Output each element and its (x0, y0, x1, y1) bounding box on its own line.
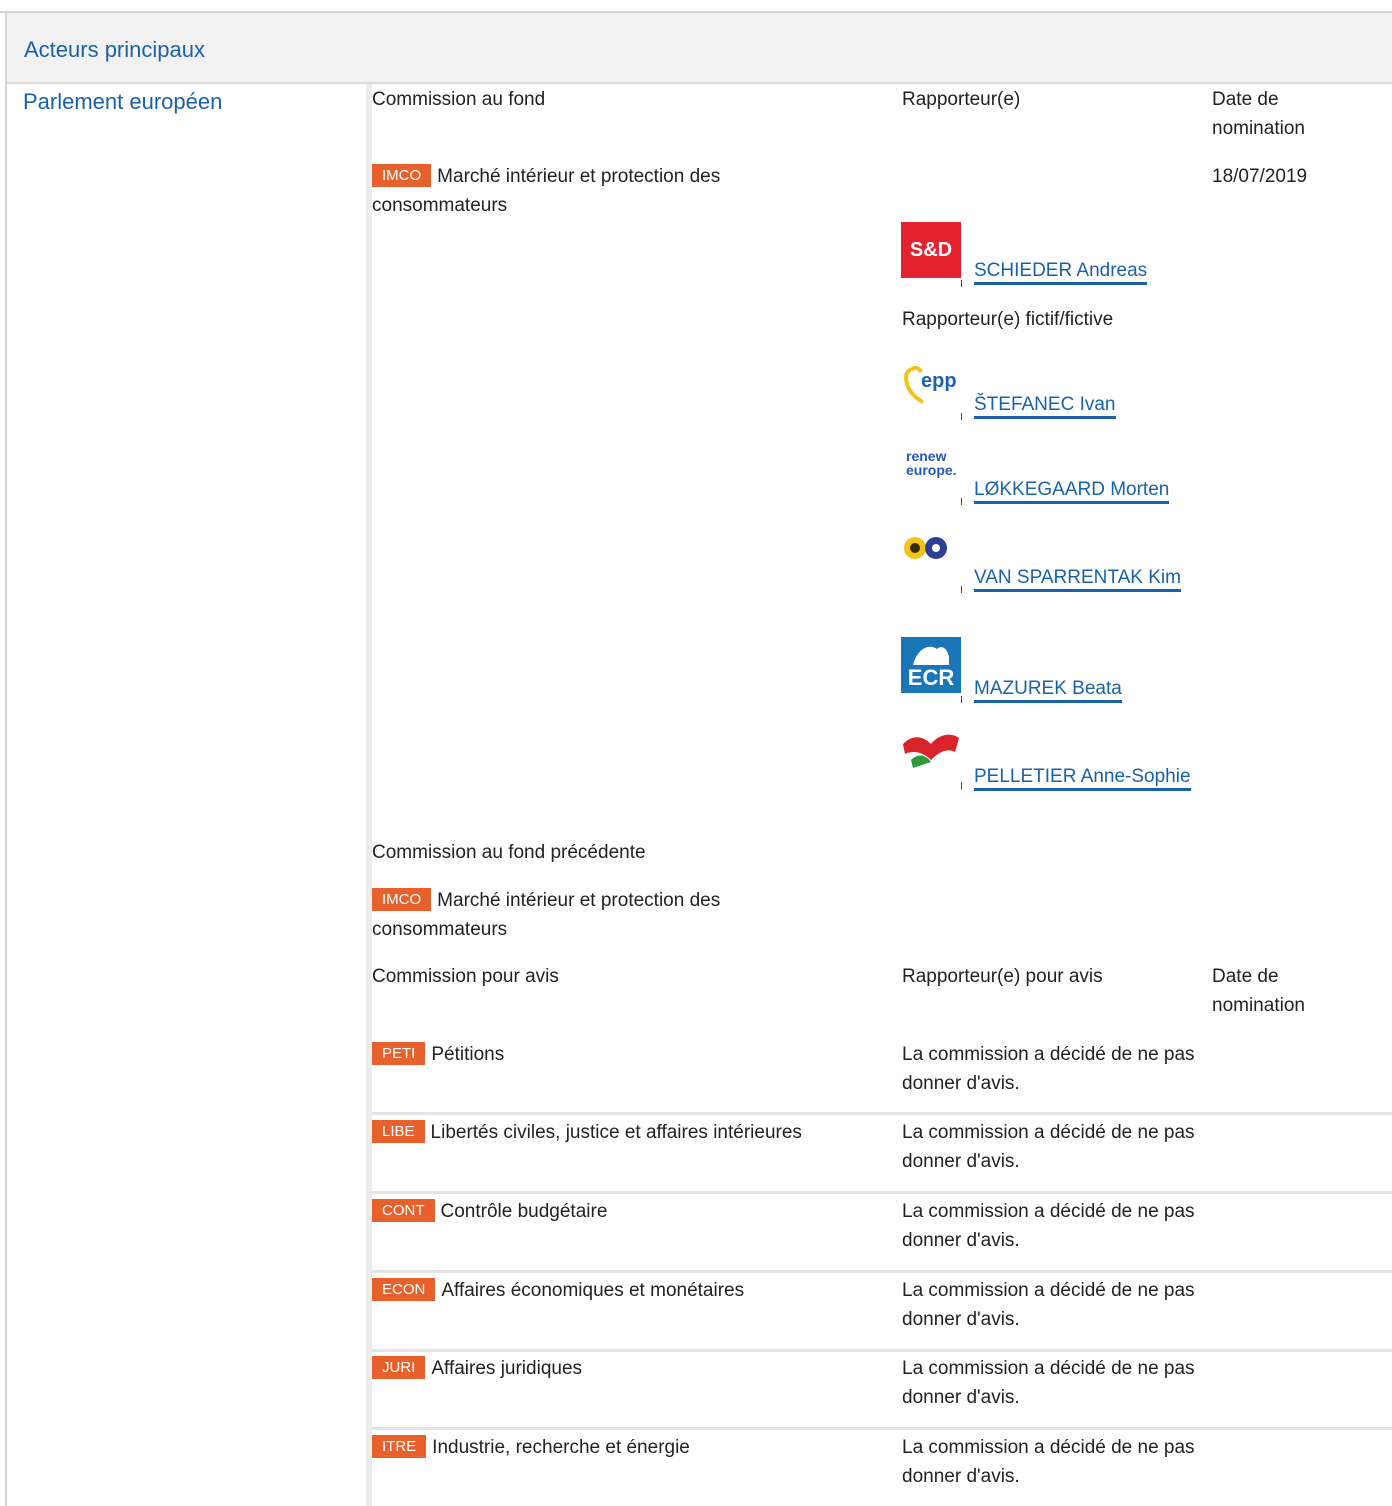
shadow-rapporteur-link[interactable]: MAZUREK Beata (974, 678, 1122, 703)
shadow-rapporteur-link[interactable]: VAN SPARRENTAK Kim (974, 567, 1181, 592)
row-divider (372, 1349, 1392, 1352)
shadow-entry: MAZUREK Beata (974, 678, 1122, 703)
committee-name: Affaires économiques et monétaires (441, 1280, 745, 1301)
previous-committee-label: Commission au fond précédente (372, 842, 646, 863)
lead-committee-header: Commission au fond (372, 89, 546, 110)
shadow-entry: ŠTEFANEC Ivan (974, 394, 1116, 419)
row-divider (372, 1112, 1392, 1115)
section-title: Acteurs principaux (24, 37, 205, 62)
committee-badge[interactable]: JURI (372, 1356, 426, 1379)
opinion-status: La commission a décidé de ne pas donner … (902, 1044, 1195, 1094)
shadow-rapporteur-link[interactable]: LØKKEGAARD Morten (974, 479, 1170, 504)
committee-badge[interactable]: CONT (372, 1199, 435, 1222)
shadow-rapporteur-link[interactable]: PELLETIER Anne-Sophie (974, 766, 1191, 791)
frame-left-border (5, 11, 7, 1506)
opinion-committee: ECON Affaires économiques et monétaires (372, 1276, 744, 1305)
committee-name: Industrie, recherche et énergie (432, 1437, 690, 1458)
committee-name: Affaires juridiques (431, 1358, 583, 1379)
row-divider (372, 1427, 1392, 1430)
opinion-status: La commission a décidé de ne pas donner … (902, 1437, 1195, 1487)
opinion-status: La commission a décidé de ne pas donner … (902, 1358, 1195, 1408)
ecr-lion-icon (913, 646, 949, 665)
opinion-status: La commission a décidé de ne pas donner … (902, 1280, 1195, 1330)
opinion-committee: LIBE Libertés civiles, justice et affaire… (372, 1118, 802, 1147)
committee-badge[interactable]: PETI (372, 1042, 426, 1065)
opinion-committee: CONT Contrôle budgétaire (372, 1197, 607, 1226)
renew-group-logo: renew europe. (906, 448, 957, 478)
shadow-rapporteur-link[interactable]: ŠTEFANEC Ivan (974, 394, 1116, 419)
separator-tick (961, 413, 962, 420)
shadow-entry: VAN SPARRENTAK Kim (902, 563, 1202, 593)
separator-tick (961, 498, 962, 505)
opinion-committee: PETI Pétitions (372, 1040, 504, 1069)
date-header: Date de nomination (1212, 89, 1305, 139)
opinion-date-header: Date de nomination (1212, 966, 1305, 1016)
rapporteur-header: Rapporteur(e) (902, 89, 1021, 110)
separator-tick (961, 280, 962, 287)
rapporteur-link[interactable]: SCHIEDER Andreas (974, 260, 1148, 285)
ecr-group-logo: ECR (901, 637, 961, 693)
shadow-rapporteur-label: Rapporteur(e) fictif/fictive (902, 309, 1114, 330)
committee-name: Contrôle budgétaire (440, 1201, 608, 1222)
committee-name: Libertés civiles, justice et affaires in… (430, 1122, 802, 1143)
opinion-committee: ITRE Industrie, recherche et énergie (372, 1433, 690, 1462)
shadow-entry: PELLETIER Anne-Sophie (902, 760, 1202, 794)
shadow-entry: LØKKEGAARD Morten (974, 479, 1170, 504)
committee-badge[interactable]: LIBE (372, 1120, 425, 1143)
separator-tick (961, 696, 962, 703)
opinion-committee: JURI Affaires juridiques (372, 1354, 582, 1383)
institution-label: Parlement européen (23, 89, 223, 114)
lead-committee: IMCO Marché intérieur et protection des c… (372, 162, 842, 220)
opinion-committee-header: Commission pour avis (372, 966, 559, 987)
committee-name: Pétitions (431, 1044, 505, 1065)
section-header: Acteurs principaux (7, 13, 1392, 84)
committee-badge[interactable]: IMCO (372, 888, 432, 911)
previous-committee: IMCO Marché intérieur et protection des c… (372, 886, 842, 944)
nomination-date: 18/07/2019 (1212, 166, 1308, 187)
opinion-status: La commission a décidé de ne pas donner … (902, 1122, 1195, 1172)
row-divider (372, 1270, 1392, 1273)
row-divider (372, 1191, 1392, 1194)
sd-group-logo: S&D (901, 222, 961, 278)
rapporteur-entry: SCHIEDER Andreas (974, 260, 1148, 285)
committee-badge[interactable]: IMCO (372, 164, 432, 187)
committee-badge[interactable]: ITRE (372, 1435, 427, 1458)
committee-badge[interactable]: ECON (372, 1278, 436, 1301)
opinion-rapporteur-header: Rapporteur(e) pour avis (902, 966, 1103, 987)
epp-group-logo: epp (901, 352, 961, 408)
opinion-status: La commission a décidé de ne pas donner … (902, 1201, 1195, 1251)
